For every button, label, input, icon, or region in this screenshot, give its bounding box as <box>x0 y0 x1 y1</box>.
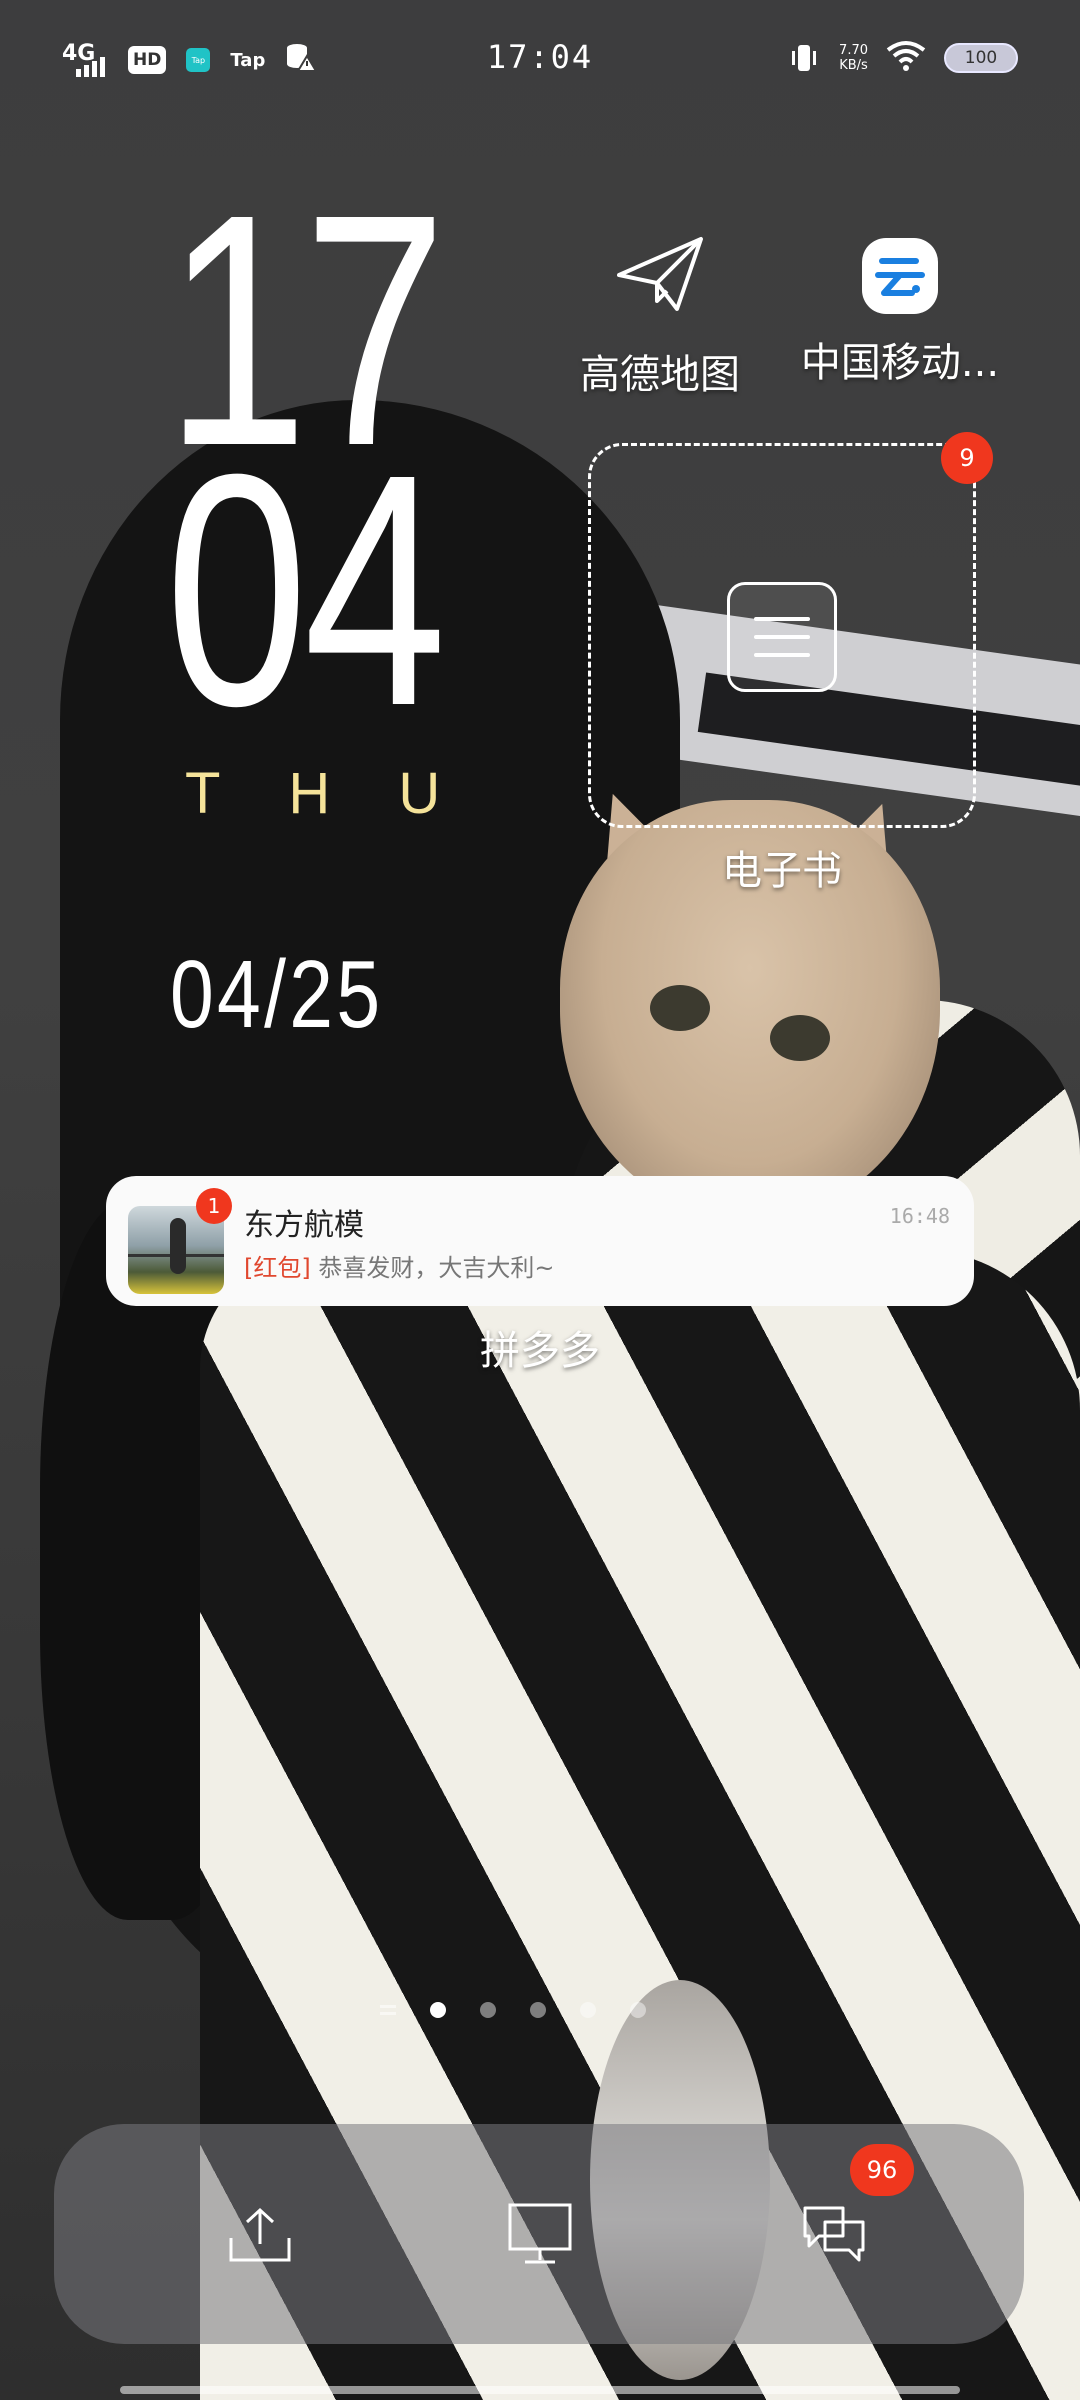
clock-minutes: 04 <box>165 405 447 774</box>
app-amap[interactable]: 高德地图 <box>560 220 760 400</box>
china-mobile-cloud-icon <box>862 238 938 314</box>
notification-time: 16:48 <box>889 1204 950 1228</box>
page-dot-3[interactable] <box>530 2002 546 2018</box>
dock: 96 <box>54 2124 1024 2344</box>
clock-weekday: THU <box>185 761 509 826</box>
app-label-pinduoduo[interactable]: 拼多多 <box>440 1318 640 1376</box>
notification-card[interactable]: 1 东方航模 16:48 [红包] 恭喜发财，大吉大利~ <box>106 1176 974 1306</box>
minus-one-screen-icon[interactable] <box>380 2005 396 2015</box>
status-bar: 4G HD Tap Tap 17:04 7.70 KB/s 100 <box>0 0 1080 120</box>
network-speed: 7.70 KB/s <box>839 43 868 73</box>
page-dot-5[interactable] <box>630 2002 646 2018</box>
menu-icon <box>727 582 837 692</box>
gesture-nav-bar[interactable] <box>120 2386 960 2394</box>
chat-bubbles-icon <box>803 2206 865 2262</box>
red-packet-tag: [红包] <box>244 1254 311 1282</box>
dock-messages-app[interactable] <box>794 2194 874 2274</box>
app-label: 高德地图 <box>580 352 740 398</box>
vibrate-icon <box>787 41 821 75</box>
notification-message: [红包] 恭喜发财，大吉大利~ <box>244 1248 554 1283</box>
notification-text: 恭喜发财，大吉大利~ <box>318 1254 555 1282</box>
share-upload-icon <box>229 2207 291 2262</box>
app-china-mobile[interactable]: 中国移动... <box>800 220 1000 388</box>
page-dot-4[interactable] <box>580 2002 596 2018</box>
messages-badge: 96 <box>850 2144 914 2196</box>
notification-badge: 1 <box>196 1188 232 1224</box>
page-dot-2[interactable] <box>480 2002 496 2018</box>
folder-badge: 9 <box>941 432 993 484</box>
folder-label: 电子书 <box>722 848 842 894</box>
notification-app-name: 东方航模 <box>244 1208 364 1243</box>
clock-date: 04/25 <box>170 941 384 1048</box>
page-dot-1[interactable] <box>430 2002 446 2018</box>
dock-share-app[interactable] <box>220 2194 300 2274</box>
app-label: 中国移动... <box>800 340 1000 386</box>
paper-plane-icon <box>605 220 715 330</box>
monitor-icon <box>508 2203 572 2264</box>
page-indicator[interactable] <box>380 2002 646 2018</box>
battery-indicator: 100 <box>944 43 1018 73</box>
dock-screen-app[interactable] <box>500 2194 580 2274</box>
clock-widget[interactable]: 17 04 <box>165 165 465 774</box>
folder-ebooks[interactable]: 9 <box>588 432 993 828</box>
wifi-icon <box>886 40 926 76</box>
